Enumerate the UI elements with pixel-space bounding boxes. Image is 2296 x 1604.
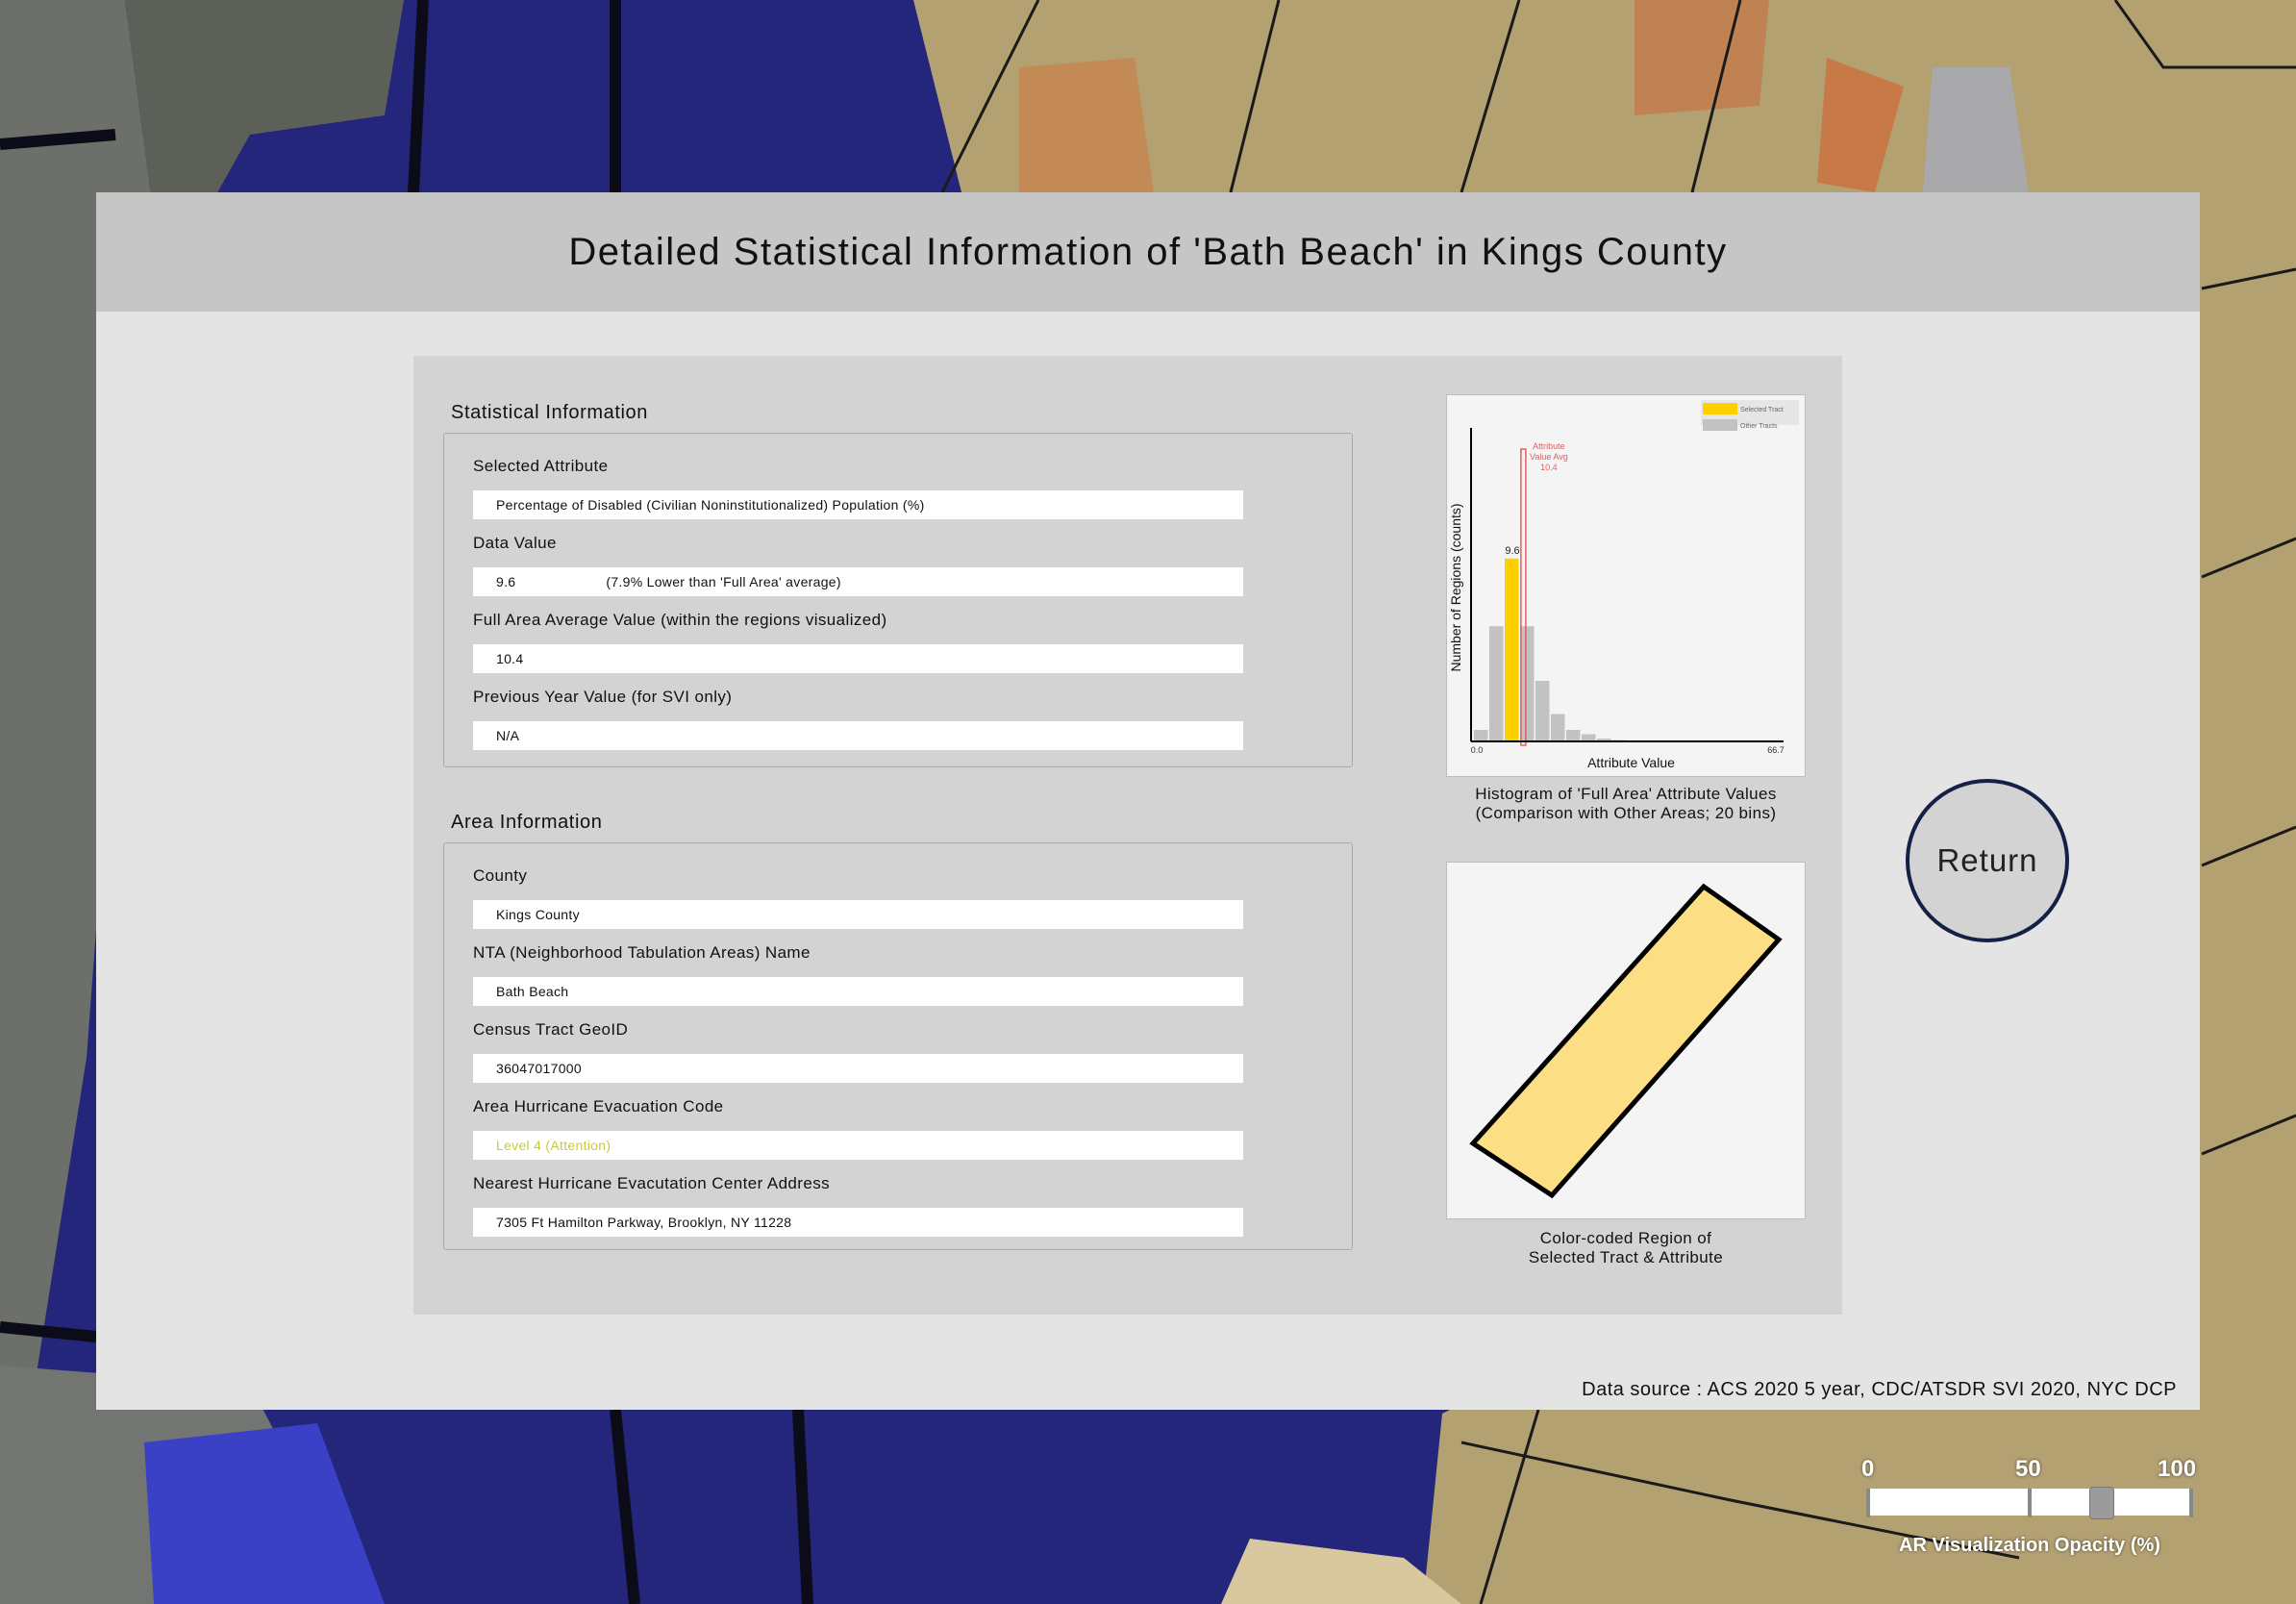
region-caption-line2: Selected Tract & Attribute — [1528, 1248, 1724, 1266]
histogram-bar — [1474, 730, 1488, 741]
region-card — [1446, 862, 1806, 1219]
data-value-label: Data Value — [473, 534, 557, 552]
average-line-label: Value Avg — [1530, 452, 1568, 462]
histogram-caption-line1: Histogram of 'Full Area' Attribute Value… — [1475, 785, 1777, 803]
nta-label: NTA (Neighborhood Tabulation Areas) Name — [473, 943, 811, 962]
slider-tick-50 — [2028, 1489, 2032, 1517]
statistical-info-group: Selected Attribute Percentage of Disable… — [443, 433, 1353, 767]
evac-center-label: Nearest Hurricane Evacutation Center Add… — [473, 1174, 830, 1192]
evac-code-label: Area Hurricane Evacuation Code — [473, 1097, 724, 1115]
region-caption-line1: Color-coded Region of — [1539, 1229, 1712, 1247]
histogram-chart: 9.6 AttributeValue Avg10.4 0.0 66.7 Attribut… — [1448, 400, 1799, 770]
data-value-field: 9.6 (7.9% Lower than 'Full Area' average) — [473, 567, 1243, 596]
previous-year-field: N/A — [473, 721, 1243, 750]
area-info-title: Area Information — [451, 812, 603, 833]
content-area: Statistical Information Selected Attribu… — [413, 356, 1842, 1315]
data-source-text: Data source : ACS 2020 5 year, CDC/ATSDR… — [1582, 1379, 2177, 1400]
county-label: County — [473, 866, 528, 885]
histogram-bar — [1582, 734, 1596, 741]
histogram-caption-line2: (Comparison with Other Areas; 20 bins) — [1475, 804, 1777, 822]
histogram-bar — [1535, 681, 1550, 741]
return-button[interactable]: Return — [1906, 779, 2069, 942]
average-line-label: Attribute — [1533, 441, 1565, 451]
average-line-label: 10.4 — [1540, 463, 1558, 472]
slider-tick-label-0: 0 — [1861, 1456, 1875, 1482]
selected-attribute-label: Selected Attribute — [473, 457, 609, 475]
histogram-bar — [1520, 626, 1535, 741]
geoid-label: Census Tract GeoID — [473, 1020, 629, 1039]
legend-label: Selected Tract — [1740, 407, 1784, 414]
slider-tick-label-50: 50 — [2015, 1456, 2041, 1482]
selected-attribute-field: Percentage of Disabled (Civilian Noninst… — [473, 490, 1243, 519]
slider-tick-0 — [1866, 1489, 1870, 1517]
x-axis-label: Attribute Value — [1587, 755, 1675, 770]
data-value: 9.6 — [496, 574, 516, 589]
panel-header: Detailed Statistical Information of 'Bat… — [96, 192, 2200, 312]
return-button-label: Return — [1936, 842, 2038, 878]
full-area-average-field: 10.4 — [473, 644, 1243, 673]
evac-code-field: Level 4 (Attention) — [473, 1131, 1243, 1160]
statistical-info-title: Statistical Information — [451, 402, 648, 423]
data-value-comparison: (7.9% Lower than 'Full Area' average) — [606, 574, 841, 589]
area-info-group: County Kings County NTA (Neighborhood Ta… — [443, 842, 1353, 1250]
opacity-slider[interactable]: 0 50 100 AR Visualization Opacity (%) — [1861, 1454, 2198, 1569]
histogram-bar — [1566, 730, 1581, 741]
legend-label: Other Tracts — [1740, 423, 1778, 430]
page-title: Detailed Statistical Information of 'Bat… — [568, 230, 1728, 273]
detail-panel: Detailed Statistical Information of 'Bat… — [96, 192, 2200, 1410]
previous-year-label: Previous Year Value (for SVI only) — [473, 688, 733, 706]
county-field: Kings County — [473, 900, 1243, 929]
region-map — [1469, 883, 1783, 1199]
geoid-field: 36047017000 — [473, 1054, 1243, 1083]
full-area-average-label: Full Area Average Value (within the regi… — [473, 611, 887, 629]
x-tick-label-min: 0.0 — [1471, 745, 1484, 755]
slider-tick-100 — [2189, 1489, 2193, 1517]
region-caption: Color-coded Region of Selected Tract & A… — [1446, 1229, 1806, 1267]
histogram-caption: Histogram of 'Full Area' Attribute Value… — [1446, 785, 1806, 823]
slider-tick-label-100: 100 — [2158, 1456, 2197, 1482]
histogram-bar-selected — [1505, 558, 1519, 741]
histogram-bar — [1489, 626, 1504, 741]
selected-value-label: 9.6 — [1505, 545, 1519, 557]
slider-caption: AR Visualization Opacity (%) — [1899, 1535, 2160, 1556]
y-axis-label: Number of Regions (counts) — [1448, 503, 1463, 671]
selected-tract-shape — [1469, 883, 1783, 1199]
legend-swatch — [1703, 403, 1737, 414]
evac-center-field: 7305 Ft Hamilton Parkway, Brooklyn, NY 1… — [473, 1208, 1243, 1237]
slider-thumb[interactable] — [2088, 1487, 2114, 1519]
nta-field: Bath Beach — [473, 977, 1243, 1006]
histogram-card: 9.6 Attribute Value Avg 10.4 0.0 66.7 Attribut… — [1446, 394, 1806, 777]
legend-swatch — [1703, 419, 1737, 431]
histogram-bar — [1551, 714, 1565, 741]
x-tick-label-max: 66.7 — [1767, 745, 1784, 755]
